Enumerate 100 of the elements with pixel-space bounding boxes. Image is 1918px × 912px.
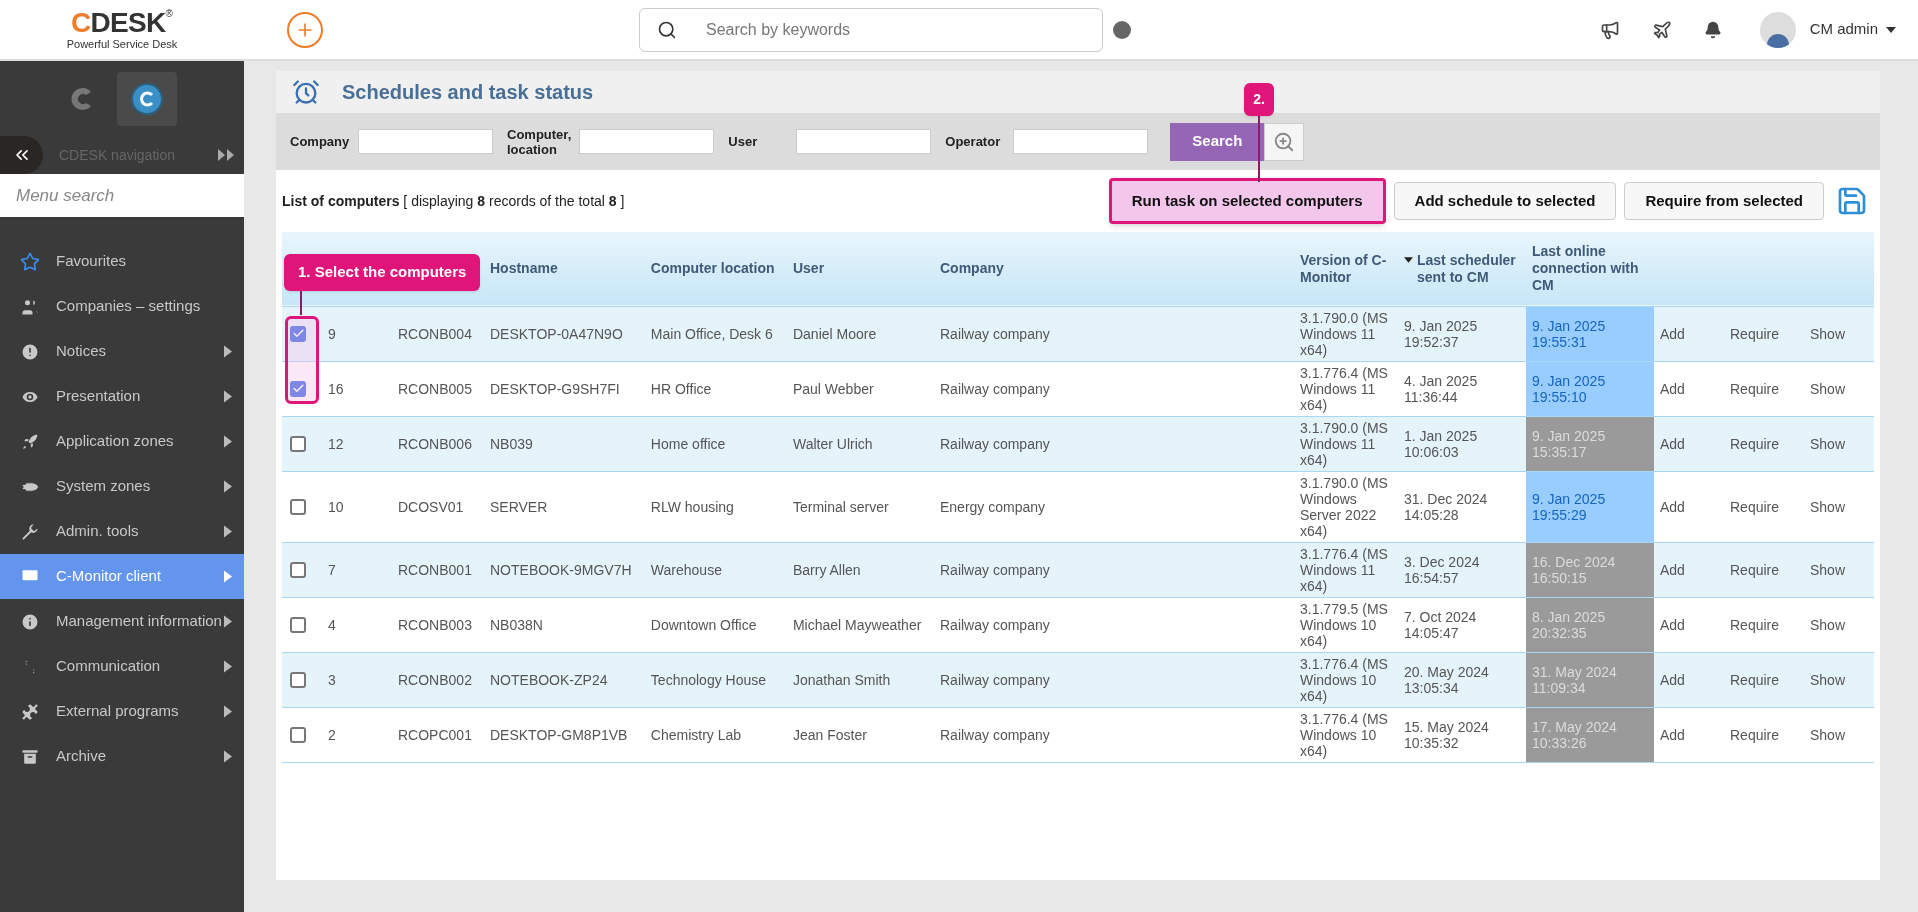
table-cell: Railway company — [940, 616, 1050, 633]
row-action-link[interactable]: Show — [1810, 671, 1846, 688]
row-action-link[interactable]: Show — [1810, 435, 1846, 452]
menu-item[interactable]: External programs — [0, 689, 244, 734]
check-icon — [291, 327, 305, 340]
menu-item[interactable]: Admin. tools — [0, 509, 244, 554]
table-cell: DESKTOP-GM8P1VB — [490, 726, 628, 743]
row-checkbox[interactable] — [290, 498, 306, 515]
row-action-link[interactable]: Show — [1810, 380, 1846, 397]
column-header[interactable]: Version of C-Monitor — [1300, 251, 1392, 286]
column-header[interactable]: Computer location — [650, 260, 775, 278]
search-field[interactable]: Search by keywords — [639, 7, 1103, 52]
table-cell: 20. May 2024 13:05:34 — [1404, 663, 1489, 696]
action-button[interactable]: Run task on selected computers — [1108, 178, 1386, 224]
action-button[interactable]: Add schedule to selected — [1393, 182, 1617, 220]
row-checkbox[interactable] — [290, 435, 306, 452]
row-checkbox[interactable] — [290, 726, 306, 743]
save-icon[interactable] — [1836, 185, 1868, 217]
menu-item[interactable]: Archive — [0, 734, 244, 779]
table-cell: Railway company — [940, 561, 1050, 578]
column-header[interactable]: Last online connection with CM — [1532, 243, 1648, 295]
row-action-link[interactable]: Add — [1660, 726, 1685, 743]
filter-field[interactable] — [1013, 129, 1149, 154]
list-summary: List of computers [ displaying 8 records of the total 8 ] — [282, 191, 626, 211]
table-cell: Michael Mayweather — [792, 616, 922, 633]
table-cell: DESKTOP-G9SH7FI — [490, 380, 620, 397]
column-header[interactable]: Hostname — [490, 260, 558, 278]
row-action-link[interactable]: Add — [1660, 380, 1685, 397]
table-cell: NB038N — [490, 616, 543, 633]
row-action-link[interactable]: Add — [1660, 498, 1685, 515]
add-button[interactable] — [287, 11, 323, 48]
row-action-link[interactable]: Add — [1660, 325, 1685, 342]
column-header[interactable]: Company — [940, 260, 1004, 278]
table-cell: Main Office, Desk 6 — [650, 325, 773, 342]
row-checkbox[interactable] — [290, 616, 306, 633]
caret-icon[interactable] — [1886, 26, 1896, 33]
menu-item[interactable]: Favourites — [0, 239, 244, 284]
circle-logo-icon — [131, 82, 163, 115]
row-action-link[interactable]: Add — [1660, 616, 1685, 633]
menu-item[interactable]: Presentation — [0, 374, 244, 419]
advanced-search-button[interactable] — [1264, 122, 1305, 161]
table-cell: RCONB003 — [398, 616, 472, 633]
online-status-cell: 8. Jan 2025 20:32:35 — [1526, 597, 1654, 652]
row-action-link[interactable]: Add — [1660, 671, 1685, 688]
wrench-icon — [20, 521, 40, 542]
menu-item[interactable]: System zones — [0, 464, 244, 509]
table-cell: Jonathan Smith — [792, 671, 891, 688]
row-action-link[interactable]: Require — [1730, 726, 1780, 743]
menu-item[interactable]: Notices — [0, 329, 244, 374]
row-action-link[interactable]: Require — [1730, 325, 1780, 342]
filter-field[interactable] — [796, 129, 932, 154]
plane-icon[interactable] — [1651, 19, 1672, 40]
row-action-link[interactable]: Require — [1730, 498, 1780, 515]
leader-line — [1258, 115, 1261, 182]
row-action-link[interactable]: Show — [1810, 616, 1846, 633]
row-action-link[interactable]: Show — [1810, 498, 1846, 515]
table-cell: Downtown Office — [650, 616, 757, 633]
row-action-link[interactable]: Add — [1660, 435, 1685, 452]
table-cell: Terminal server — [792, 498, 889, 515]
row-action-link[interactable]: Require — [1730, 616, 1780, 633]
column-header[interactable]: User — [792, 260, 825, 278]
star-icon — [20, 251, 40, 272]
row-action-link[interactable]: Add — [1660, 561, 1685, 578]
search-button[interactable]: Search — [1170, 122, 1265, 161]
avatar[interactable] — [1759, 11, 1796, 48]
column-header[interactable]: Last scheduler sent to CM — [1417, 251, 1520, 286]
row-action-link[interactable]: Require — [1730, 435, 1780, 452]
row-action-link[interactable]: Show — [1810, 726, 1846, 743]
filter-field[interactable] — [358, 129, 493, 154]
expand-icon[interactable] — [218, 149, 234, 161]
action-button[interactable]: Require from selected — [1624, 182, 1824, 220]
menu-item[interactable]: Communication — [0, 644, 244, 689]
table-cell: 9. Jan 2025 19:52:37 — [1404, 317, 1478, 350]
filter-label: Company — [290, 134, 350, 149]
menu-item[interactable]: Companies – settings — [0, 284, 244, 329]
user-name[interactable]: CM admin — [1809, 18, 1878, 41]
megaphone-icon[interactable] — [1599, 19, 1620, 40]
row-checkbox[interactable] — [290, 671, 306, 688]
filter-field[interactable] — [579, 129, 715, 154]
logo[interactable]: CDESK® Powerful Service Desk — [0, 9, 244, 50]
table-cell: 2 — [328, 726, 336, 743]
row-action-link[interactable]: Require — [1730, 380, 1780, 397]
row-action-link[interactable]: Require — [1730, 671, 1780, 688]
filter-label: Computer, location — [507, 126, 572, 157]
app-switch-button[interactable] — [117, 71, 177, 126]
menu-item[interactable]: Management information — [0, 599, 244, 644]
filter-label: User — [728, 134, 759, 149]
row-action-link[interactable]: Require — [1730, 561, 1780, 578]
menu-search-field[interactable]: Menu search — [0, 174, 244, 217]
menu-item[interactable]: Application zones — [0, 419, 244, 464]
bell-icon[interactable] — [1703, 20, 1722, 39]
table-cell: 7. Oct 2024 14:05:47 — [1404, 608, 1477, 641]
row-action-link[interactable]: Show — [1810, 561, 1846, 578]
row-action-link[interactable]: Show — [1810, 325, 1846, 342]
leader-line — [300, 290, 302, 315]
row-checkbox[interactable] — [290, 325, 306, 342]
collapse-button[interactable] — [0, 136, 43, 174]
row-checkbox[interactable] — [290, 380, 306, 397]
row-checkbox[interactable] — [290, 561, 306, 578]
online-status-cell: 16. Dec 2024 16:50:15 — [1526, 542, 1654, 597]
